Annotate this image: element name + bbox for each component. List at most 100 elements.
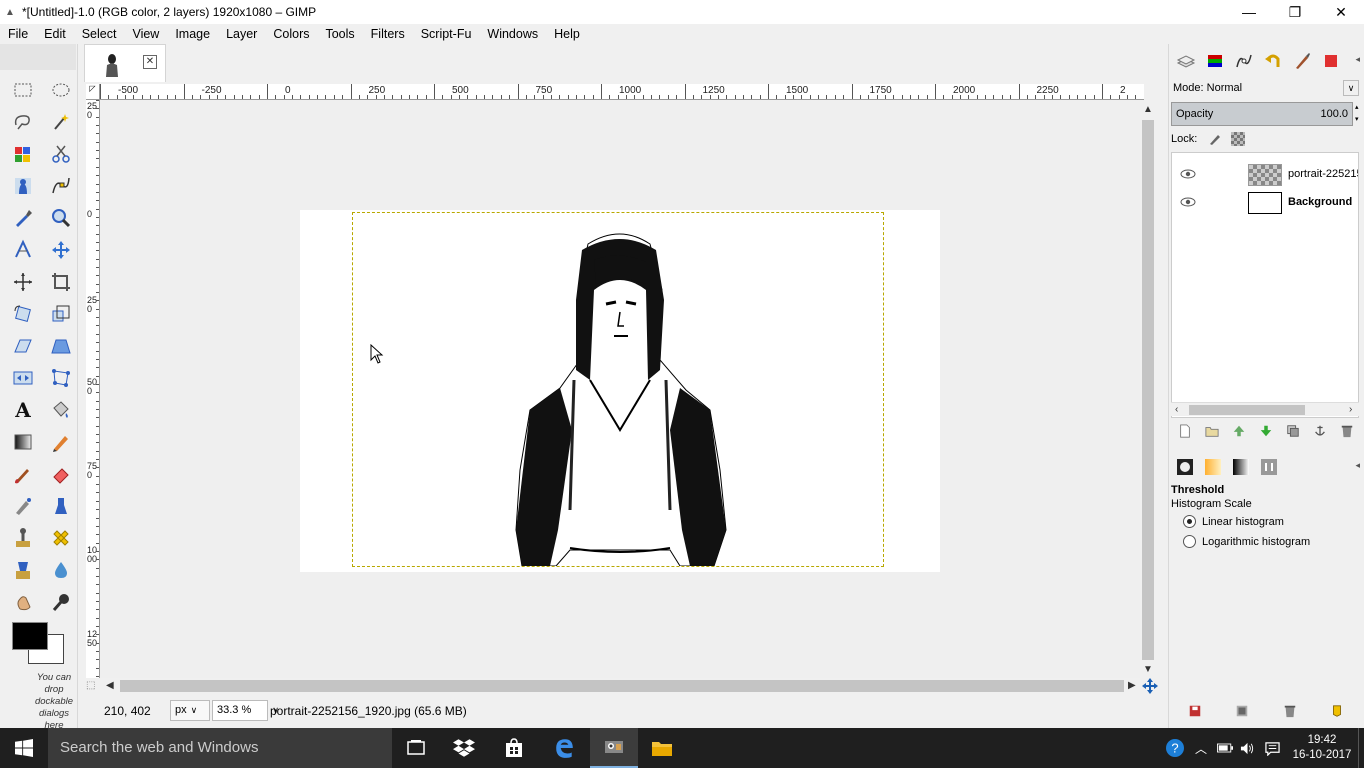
action-center-icon[interactable]: [1258, 741, 1286, 756]
smudge-tool-icon[interactable]: [4, 586, 42, 618]
menu-edit[interactable]: Edit: [36, 27, 74, 41]
free-select-tool-icon[interactable]: [4, 106, 42, 138]
tool-options-tab-icon[interactable]: [1171, 454, 1199, 480]
scale-tool-icon[interactable]: [42, 298, 80, 330]
menu-script-fu[interactable]: Script-Fu: [413, 27, 480, 41]
paths-tab-icon[interactable]: [1229, 46, 1258, 76]
radio-button[interactable]: [1183, 535, 1196, 548]
restore-tool-preset-icon[interactable]: [1235, 704, 1249, 724]
clone-tool-icon[interactable]: [4, 522, 42, 554]
dock-menu-icon[interactable]: ◂: [1355, 54, 1360, 65]
ink-tool-icon[interactable]: [42, 490, 80, 522]
layer-row-portrait[interactable]: portrait-2252156_: [1172, 161, 1358, 189]
navigate-icon[interactable]: [1142, 678, 1158, 694]
layer-mode-row[interactable]: Mode: Normal ∨: [1171, 78, 1361, 98]
ruler-corner[interactable]: ◸: [86, 84, 100, 100]
scroll-right-icon[interactable]: ›: [1349, 404, 1352, 415]
perspective-clone-tool-icon[interactable]: [4, 554, 42, 586]
chevron-up-icon[interactable]: ︿: [1188, 740, 1214, 757]
fg-bg-colors[interactable]: [10, 620, 70, 666]
delete-tool-preset-icon[interactable]: [1283, 704, 1297, 724]
select-by-color-tool-icon[interactable]: [4, 138, 42, 170]
text-tool-icon[interactable]: A: [4, 394, 42, 426]
menu-tools[interactable]: Tools: [317, 27, 362, 41]
reset-tool-options-icon[interactable]: [1330, 704, 1344, 724]
lock-alpha-icon[interactable]: [1231, 132, 1246, 146]
menu-image[interactable]: Image: [167, 27, 218, 41]
menu-filters[interactable]: Filters: [363, 27, 413, 41]
patterns-tab-icon[interactable]: [1316, 46, 1345, 76]
blur-tool-icon[interactable]: [42, 554, 80, 586]
chevron-down-icon[interactable]: ∨: [1343, 80, 1359, 96]
eye-icon[interactable]: [1180, 167, 1196, 181]
channels-tab-icon[interactable]: [1200, 46, 1229, 76]
scroll-right-icon[interactable]: ▶: [1128, 680, 1136, 691]
duplicate-layer-icon[interactable]: [1284, 422, 1302, 440]
scroll-left-icon[interactable]: ‹: [1175, 404, 1178, 415]
new-layer-group-icon[interactable]: [1203, 422, 1221, 440]
cage-transform-tool-icon[interactable]: [42, 362, 80, 394]
align-tool-icon[interactable]: [4, 266, 42, 298]
anchor-layer-icon[interactable]: [1311, 422, 1329, 440]
undo-history-tab-icon[interactable]: [1258, 46, 1287, 76]
layers-tab-icon[interactable]: [1171, 46, 1200, 76]
foreground-color-swatch[interactable]: [12, 622, 48, 650]
foreground-select-tool-icon[interactable]: [4, 170, 42, 202]
heal-tool-icon[interactable]: [42, 522, 80, 554]
layers-scroll-thumb[interactable]: [1189, 405, 1305, 415]
horizontal-scroll-thumb[interactable]: [120, 680, 1124, 692]
paths-tool-icon[interactable]: [42, 170, 80, 202]
zoom-selector[interactable]: 33.3 % ∨: [212, 700, 279, 721]
gradients-tab-icon[interactable]: [1199, 454, 1227, 480]
zoom-tool-icon[interactable]: [42, 202, 80, 234]
lock-pixels-icon[interactable]: [1208, 132, 1222, 146]
start-button[interactable]: [0, 728, 48, 768]
blend-tool-icon[interactable]: [4, 426, 42, 458]
scissors-select-tool-icon[interactable]: [42, 138, 80, 170]
layer-name[interactable]: Background: [1288, 196, 1358, 208]
dock-menu-icon[interactable]: ◂: [1355, 460, 1360, 471]
layer-row-background[interactable]: Background: [1172, 189, 1358, 217]
layer-name[interactable]: portrait-2252156_: [1288, 168, 1358, 180]
layers-horizontal-scrollbar[interactable]: ‹ ›: [1171, 402, 1359, 416]
unit-selector[interactable]: px ∨: [170, 700, 210, 721]
linear-histogram-option[interactable]: Linear histogram: [1183, 515, 1284, 528]
task-view-icon[interactable]: [392, 728, 440, 768]
volume-icon[interactable]: [1236, 741, 1258, 756]
move-tool-icon[interactable]: [42, 234, 80, 266]
shear-tool-icon[interactable]: [4, 330, 42, 362]
rect-select-tool-icon[interactable]: [4, 74, 42, 106]
delete-layer-icon[interactable]: [1338, 422, 1356, 440]
gimp-taskbar-icon[interactable]: [590, 728, 638, 768]
crop-tool-icon[interactable]: [42, 266, 80, 298]
minimize-button[interactable]: —: [1226, 0, 1272, 24]
raise-layer-icon[interactable]: [1230, 422, 1248, 440]
paintbrush-tool-icon[interactable]: [4, 458, 42, 490]
menu-select[interactable]: Select: [74, 27, 125, 41]
eraser-tool-icon[interactable]: [42, 458, 80, 490]
menu-help[interactable]: Help: [546, 27, 588, 41]
opacity-spinner[interactable]: ▴ ▾: [1355, 102, 1363, 126]
bucket-fill-tool-icon[interactable]: [42, 394, 80, 426]
device-status-tab-icon[interactable]: [1255, 454, 1283, 480]
horizontal-scrollbar[interactable]: ◀ ▶: [100, 678, 1140, 694]
taskbar-search-box[interactable]: Search the web and Windows: [48, 728, 392, 768]
perspective-tool-icon[interactable]: [42, 330, 80, 362]
color-picker-tool-icon[interactable]: [4, 202, 42, 234]
new-layer-icon[interactable]: [1176, 422, 1194, 440]
ellipse-select-tool-icon[interactable]: [42, 74, 80, 106]
close-button[interactable]: ✕: [1318, 0, 1364, 24]
menu-view[interactable]: View: [124, 27, 167, 41]
lower-layer-icon[interactable]: [1257, 422, 1275, 440]
menu-file[interactable]: File: [0, 27, 36, 41]
menu-colors[interactable]: Colors: [265, 27, 317, 41]
show-desktop-button[interactable]: [1358, 728, 1364, 768]
radio-button[interactable]: [1183, 515, 1196, 528]
vertical-scroll-thumb[interactable]: [1142, 120, 1154, 660]
eye-icon[interactable]: [1180, 195, 1196, 209]
maximize-button[interactable]: ❐: [1272, 0, 1318, 24]
dodge-burn-tool-icon[interactable]: [42, 586, 80, 618]
brushes-tab-icon[interactable]: [1287, 46, 1316, 76]
measure-tool-icon[interactable]: [4, 234, 42, 266]
save-tool-preset-icon[interactable]: [1188, 704, 1202, 724]
